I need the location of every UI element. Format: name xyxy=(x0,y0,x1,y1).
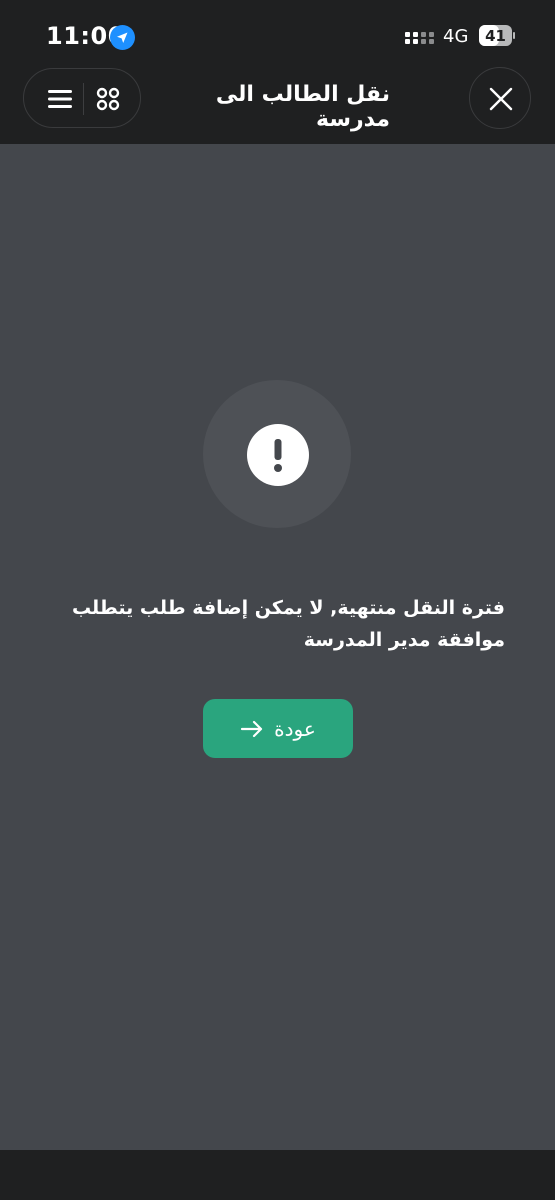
hamburger-menu-icon xyxy=(48,90,72,108)
alert-halo xyxy=(203,380,351,528)
main-content: فترة النقل منتهية, لا يمكن إضافة طلب يتط… xyxy=(0,144,555,1150)
page-title: نقل الطالب الى مدرسة xyxy=(215,82,390,132)
pill-divider xyxy=(83,83,84,115)
header-action-pill xyxy=(23,68,141,128)
error-message: فترة النقل منتهية, لا يمكن إضافة طلب يتط… xyxy=(71,597,505,651)
close-x-icon xyxy=(489,87,513,111)
arrow-right-icon xyxy=(241,720,263,737)
app-header: نقل الطالب الى مدرسة xyxy=(0,64,555,144)
close-button[interactable] xyxy=(469,67,531,129)
back-button[interactable]: عودة xyxy=(203,699,353,758)
apps-grid-icon xyxy=(96,87,120,111)
battery-level: 41 xyxy=(485,27,506,45)
status-bar: 11:00 4G 41 xyxy=(0,0,555,64)
apps-button[interactable] xyxy=(90,84,126,114)
signal-dots-icon xyxy=(405,30,435,46)
network-type-label: 4G xyxy=(443,26,469,47)
location-arrow-icon xyxy=(110,25,135,50)
menu-button[interactable] xyxy=(42,85,78,113)
exclamation-icon xyxy=(247,424,309,486)
app-screen: 11:00 4G 41 نقل الطالب الى مدرسة فترة ال… xyxy=(0,0,555,1200)
back-button-label: عودة xyxy=(274,716,316,741)
bottom-bar xyxy=(0,1150,555,1200)
